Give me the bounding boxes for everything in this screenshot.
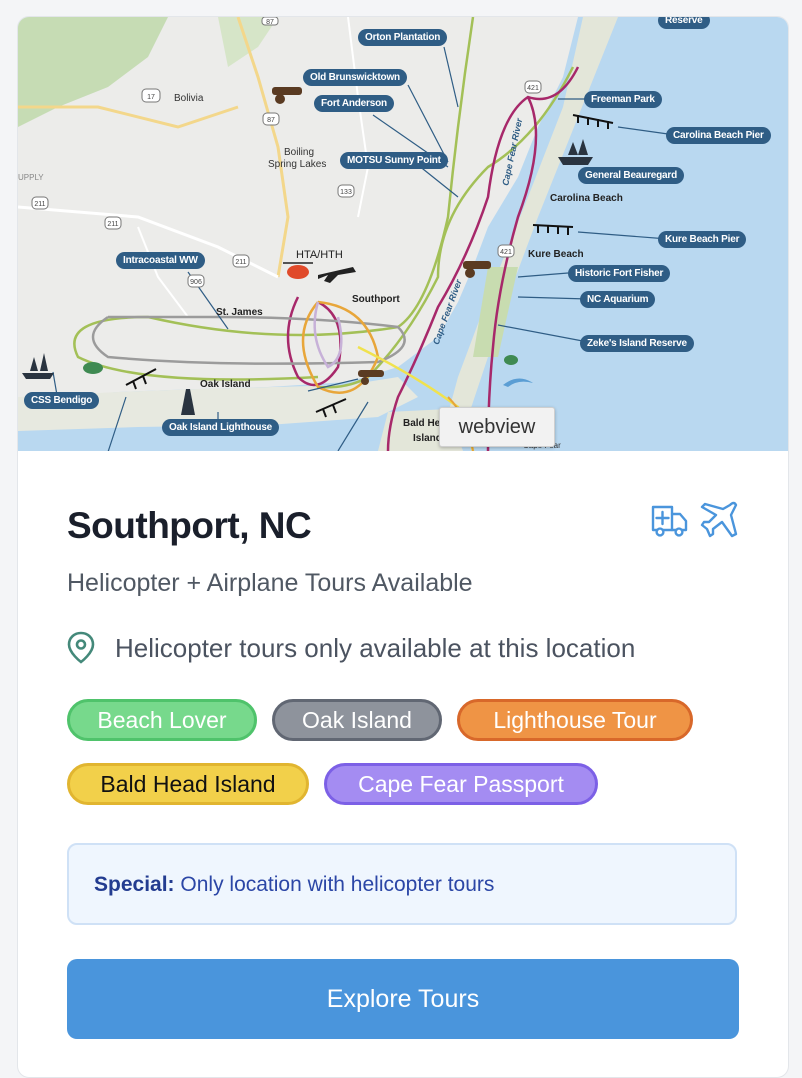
route-211-c: 211 [235,259,246,266]
location-title: Southport, NC [67,505,312,546]
map-label-historic-fort-fisher[interactable]: Historic Fort Fisher [568,265,671,282]
map-place-bald-head: Bald He [403,418,441,429]
tag-lighthouse-tour[interactable]: Lighthouse Tour [457,699,693,741]
map-place-hta-hth: HTA/HTH [296,249,343,261]
map-label-intracoastal-ww[interactable]: Intracoastal WW [116,252,205,269]
special-text-line: Special: Only location with helicopter t… [94,873,494,897]
map-label-general-beauregard[interactable]: General Beauregard [578,167,684,184]
map-label-kure-beach-pier[interactable]: Kure Beach Pier [658,231,747,248]
map-label-old-brunswicktown[interactable]: Old Brunswicktown [303,69,407,86]
map-place-island: Island [413,433,442,444]
map-label-reserve[interactable]: Reserve [658,17,710,29]
route-17: 17 [147,94,155,101]
route-421-a: 421 [500,249,512,256]
map-place-boiling: Boiling [284,147,315,158]
map-place-oak-island: Oak Island [200,379,251,390]
transport-icons [650,501,740,541]
location-note-text: Helicopter tours only available at this … [115,633,636,663]
special-text: Only location with helicopter tours [180,873,495,896]
map-label-carolina-beach-pier[interactable]: Carolina Beach Pier [666,127,771,144]
route-211-b: 211 [107,221,118,228]
special-callout: Special: Only location with helicopter t… [67,843,737,925]
webview-tooltip: webview [439,407,555,447]
route-87: 87 [267,117,275,124]
route-133: 133 [340,189,352,196]
route-211-a: 211 [34,201,45,208]
map-place-bolivia: Bolivia [174,93,204,104]
route-421-b: 421 [527,85,539,92]
map-pin-icon [67,631,95,664]
location-card: 17 87 133 211 211 211 906 421 421 87 Res… [17,16,789,1078]
map-label-nc-aquarium[interactable]: NC Aquarium [580,291,656,308]
special-label: Special: [94,873,175,896]
location-subtitle: Helicopter + Airplane Tours Available [67,569,473,597]
ambulance-icon [651,505,688,537]
explore-tours-button[interactable]: Explore Tours [67,959,739,1039]
map-label-oak-island-lighthouse[interactable]: Oak Island Lighthouse [162,419,280,436]
map-place-upply: UPPLY [18,173,44,182]
route-87-b: 87 [266,19,274,26]
map-place-southport: Southport [352,294,400,305]
tag-beach-lover[interactable]: Beach Lover [67,699,257,741]
map-place-kure-beach: Kure Beach [528,249,584,260]
route-906: 906 [190,279,202,286]
map-place-carolina-beach: Carolina Beach [550,193,623,204]
map-label-motsu-sunny-point[interactable]: MOTSU Sunny Point [340,152,448,169]
map-label-zekes-island-reserve[interactable]: Zeke's Island Reserve [580,335,694,352]
map-label-freeman-park[interactable]: Freeman Park [584,91,662,108]
map-label-fort-anderson[interactable]: Fort Anderson [314,95,394,112]
map-label-css-bendigo[interactable]: CSS Bendigo [24,392,100,409]
tour-map-webview[interactable]: 17 87 133 211 211 211 906 421 421 87 Res… [18,17,788,451]
tag-oak-island[interactable]: Oak Island [272,699,442,741]
airplane-icon [700,501,738,538]
map-place-spring-lakes: Spring Lakes [268,159,327,170]
map-place-st-james: St. James [216,307,263,318]
tag-cape-fear-passport[interactable]: Cape Fear Passport [324,763,598,805]
tag-bald-head-island[interactable]: Bald Head Island [67,763,309,805]
map-label-orton-plantation[interactable]: Orton Plantation [358,29,448,46]
